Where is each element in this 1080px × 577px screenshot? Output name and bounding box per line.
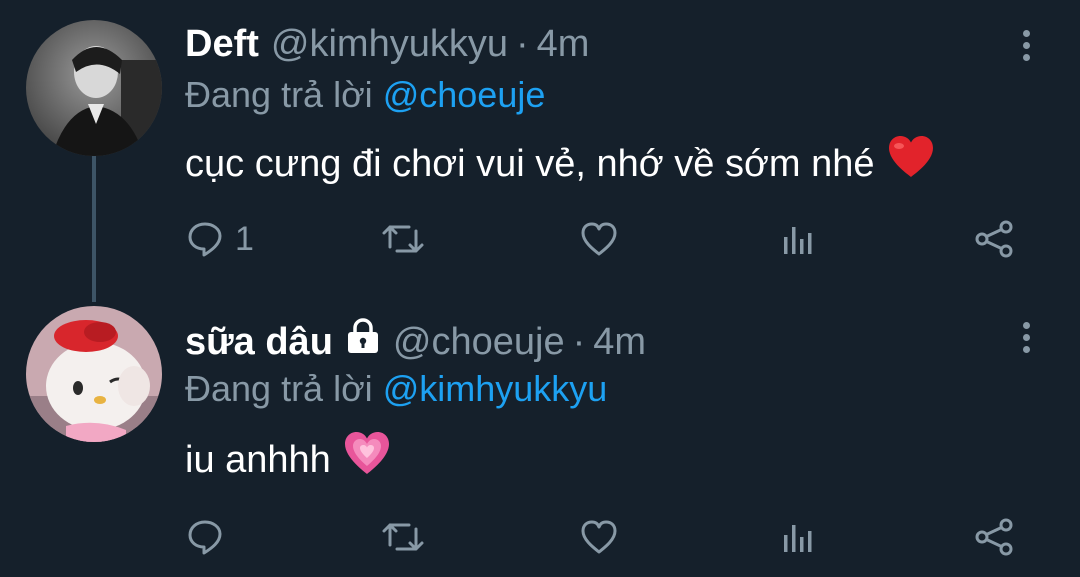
reply-button[interactable] [185, 512, 235, 562]
tweet-text: cục cưng đi chơi vui vẻ, nhớ về sớm nhé [185, 135, 935, 192]
tweet[interactable]: sữa dâu @choeuje · 4m Đang trả lời @kimh… [0, 290, 1080, 577]
tweet-actions: 1 [185, 214, 1025, 264]
reply-button[interactable]: 1 [185, 214, 254, 264]
tweet-text: iu anhhh [185, 430, 391, 489]
reply-icon [188, 222, 222, 257]
red-heart-emoji [887, 135, 935, 192]
display-name[interactable]: Deft [185, 20, 259, 68]
tweet-text-content: iu anhhh [185, 438, 331, 481]
tweet-actions [185, 512, 1025, 562]
reply-mention-link[interactable]: @kimhyukkyu [383, 368, 608, 409]
user-handle[interactable]: @choeuje [393, 318, 565, 366]
replying-to: Đang trả lời @kimhyukkyu [185, 366, 607, 412]
avatar[interactable] [26, 306, 162, 442]
analytics-button[interactable] [778, 214, 818, 264]
share-button[interactable] [973, 512, 1017, 562]
retweet-button[interactable] [381, 214, 425, 264]
retweet-icon [382, 225, 424, 253]
lock-icon [345, 318, 381, 366]
share-icon [975, 518, 1013, 556]
analytics-icon [784, 227, 812, 254]
reply-mention-link[interactable]: @choeuje [383, 74, 546, 115]
share-icon [975, 220, 1013, 258]
replying-to: Đang trả lời @choeuje [185, 72, 545, 118]
display-name[interactable]: sữa dâu [185, 318, 333, 366]
tweet-header: sữa dâu @choeuje · 4m [185, 318, 646, 366]
like-icon [581, 222, 617, 256]
avatar[interactable] [26, 20, 162, 156]
separator-dot: · [515, 23, 529, 65]
retweet-button[interactable] [381, 512, 425, 562]
analytics-icon [784, 525, 812, 552]
pink-heart-emoji [343, 430, 391, 489]
separator-dot: · [572, 321, 586, 363]
more-options-icon[interactable] [1020, 322, 1032, 353]
timestamp[interactable]: 4m [593, 318, 646, 366]
tweet[interactable]: Deft @kimhyukkyu · 4m Đang trả lời @choe… [0, 0, 1080, 290]
share-button[interactable] [973, 214, 1017, 264]
more-options-icon[interactable] [1020, 30, 1032, 61]
analytics-button[interactable] [778, 512, 818, 562]
like-button[interactable] [579, 214, 619, 264]
replying-to-label: Đang trả lời [185, 368, 373, 409]
timestamp[interactable]: 4m [537, 20, 590, 68]
user-handle[interactable]: @kimhyukkyu [271, 20, 508, 68]
tweet-header: Deft @kimhyukkyu · 4m [185, 20, 589, 68]
like-button[interactable] [579, 512, 619, 562]
replying-to-label: Đang trả lời [185, 74, 373, 115]
reply-count: 1 [235, 219, 254, 258]
retweet-icon [382, 523, 424, 551]
like-icon [581, 520, 617, 554]
reply-icon [188, 520, 222, 555]
tweet-text-content: cục cưng đi chơi vui vẻ, nhớ về sớm nhé [185, 142, 875, 185]
